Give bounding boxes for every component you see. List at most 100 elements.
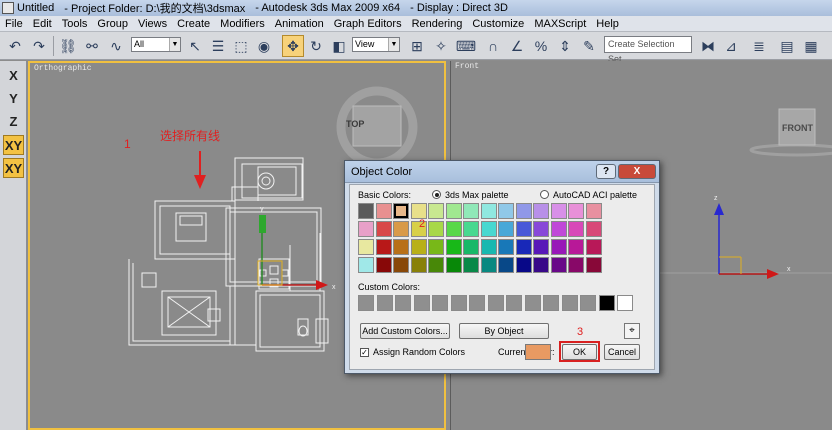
menu-file[interactable]: File [0,18,28,30]
color-swatch[interactable] [358,239,374,255]
custom-color-swatch[interactable] [561,295,578,311]
spinner-snap-icon[interactable]: ⇕ [554,35,576,57]
pivot-center-icon[interactable]: ⊞ [406,35,428,57]
angle-snap-icon[interactable]: ∠ [506,35,528,57]
mirror-icon[interactable]: ⧓ [697,35,719,57]
color-swatch[interactable] [585,257,602,273]
color-swatch[interactable] [358,221,374,237]
color-swatch[interactable] [428,221,444,237]
custom-color-swatch[interactable] [376,295,393,311]
selection-filter-dropdown[interactable]: All ▼ [131,37,181,52]
edit-named-selection-icon[interactable]: ✎ [578,35,600,57]
menu-views[interactable]: Views [133,18,172,30]
color-swatch[interactable] [480,221,497,237]
color-swatch[interactable] [463,257,479,273]
menu-graph-editors[interactable]: Graph Editors [329,18,407,30]
color-swatch[interactable] [375,239,392,255]
close-button[interactable]: X [618,164,656,179]
color-swatch[interactable] [550,257,567,273]
color-swatch[interactable] [428,203,444,219]
custom-color-swatch[interactable] [358,295,374,311]
color-swatch[interactable] [393,239,409,255]
menu-help[interactable]: Help [591,18,624,30]
color-swatch[interactable] [585,203,602,219]
add-custom-colors-button[interactable]: Add Custom Colors... [360,323,450,339]
ok-button[interactable]: OK [562,344,597,360]
menu-create[interactable]: Create [172,18,215,30]
color-swatch[interactable] [463,239,479,255]
color-swatch[interactable] [393,203,409,219]
color-swatch[interactable] [393,257,409,273]
color-swatch[interactable] [410,203,427,219]
menu-edit[interactable]: Edit [28,18,57,30]
menu-customize[interactable]: Customize [467,18,529,30]
help-button[interactable]: ? [596,164,616,179]
color-swatch[interactable] [445,257,462,273]
color-swatch[interactable] [533,257,549,273]
redo-icon[interactable]: ↷ [28,35,50,57]
color-swatch[interactable] [445,239,462,255]
axis-y-button[interactable]: Y [3,89,24,109]
axis-z-button[interactable]: Z [3,112,24,132]
assign-random-colors-label[interactable]: Assign Random Colors [373,347,465,357]
percent-snap-icon[interactable]: % [530,35,552,57]
color-swatch[interactable] [585,239,602,255]
color-swatch[interactable] [533,239,549,255]
named-selection-sets-input[interactable]: Create Selection Set [604,36,692,64]
color-swatch[interactable] [358,203,374,219]
viewcube-front-label[interactable]: FRONT [782,123,813,133]
color-swatch[interactable] [515,203,532,219]
color-swatch[interactable] [445,221,462,237]
custom-color-swatch[interactable] [543,295,559,311]
axis-xy-button[interactable]: XY [3,135,24,155]
color-swatch[interactable] [375,257,392,273]
custom-color-swatch[interactable] [432,295,448,311]
color-swatch[interactable] [498,239,514,255]
color-swatch[interactable] [410,239,427,255]
custom-color-swatch[interactable] [395,295,411,311]
color-swatch[interactable] [568,257,584,273]
color-swatch[interactable] [498,221,514,237]
snaps-toggle-icon[interactable]: ∩ [482,35,504,57]
window-crossing-icon[interactable]: ◉ [253,35,275,57]
color-swatch[interactable] [358,257,374,273]
color-swatch[interactable] [568,239,584,255]
custom-color-swatch[interactable] [524,295,541,311]
rectangular-selection-icon[interactable]: ⬚ [230,35,252,57]
current-color-swatch[interactable] [525,344,551,360]
palette-autocad-radio[interactable] [540,190,549,199]
color-swatch[interactable] [515,221,532,237]
schematic-view-icon[interactable]: ▦ [800,35,822,57]
menu-animation[interactable]: Animation [270,18,329,30]
color-swatch[interactable] [375,203,392,219]
by-object-button[interactable]: By Object [459,323,549,339]
color-swatch[interactable] [498,203,514,219]
select-by-name-icon[interactable]: ☰ [207,35,229,57]
select-object-icon[interactable]: ↖ [184,35,206,57]
eyedropper-icon[interactable]: ⌖ [624,323,640,339]
color-swatch[interactable] [533,203,549,219]
color-swatch[interactable] [428,239,444,255]
menu-maxscript[interactable]: MAXScript [529,18,591,30]
custom-color-swatch[interactable] [598,295,615,311]
custom-color-swatch[interactable] [506,295,522,311]
bind-space-warp-icon[interactable]: ∿ [105,35,127,57]
viewcube-top-label[interactable]: TOP [346,119,364,129]
unlink-icon[interactable]: ⚯ [81,35,103,57]
color-swatch[interactable] [445,203,462,219]
layer-manager-icon[interactable]: ≣ [748,35,770,57]
palette-autocad-label[interactable]: AutoCAD ACI palette [553,190,637,200]
select-and-rotate-icon[interactable]: ↻ [305,35,327,57]
color-swatch[interactable] [568,221,584,237]
reference-coordinate-dropdown[interactable]: View ▼ [352,37,400,52]
axis-x-button[interactable]: X [3,66,24,86]
menu-rendering[interactable]: Rendering [407,18,468,30]
align-icon[interactable]: ⊿ [720,35,742,57]
custom-color-swatch[interactable] [580,295,596,311]
color-swatch[interactable] [463,203,479,219]
curve-editor-icon[interactable]: ▤ [776,35,798,57]
color-swatch[interactable] [498,257,514,273]
undo-icon[interactable]: ↶ [4,35,26,57]
custom-color-swatch[interactable] [617,295,633,311]
color-swatch[interactable] [515,239,532,255]
